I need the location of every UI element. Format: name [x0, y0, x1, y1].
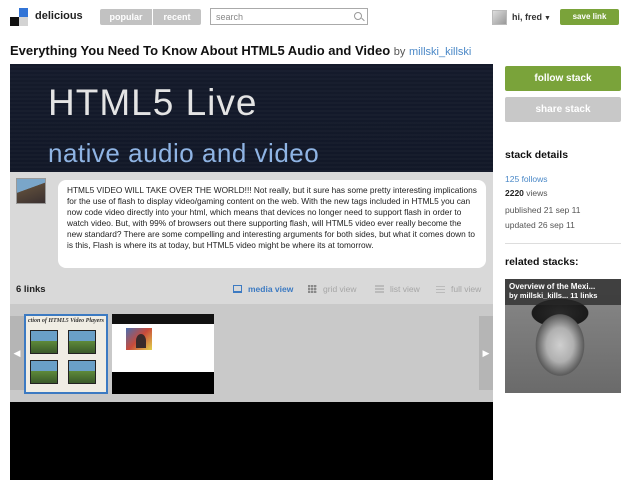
view-full-button[interactable]: full view	[436, 284, 481, 294]
user-avatar[interactable]	[492, 10, 507, 25]
view-list-button[interactable]: list view	[375, 284, 420, 294]
save-link-button[interactable]: save link	[560, 9, 619, 25]
description-section: HTML5 VIDEO WILL TAKE OVER THE WORLD!!! …	[10, 172, 493, 272]
author-link[interactable]: millski_killski	[409, 46, 471, 58]
stack-description: HTML5 VIDEO WILL TAKE OVER THE WORLD!!! …	[58, 180, 486, 268]
thumbnail-footer-bar	[112, 372, 214, 394]
hero-subheadline: native audio and video	[48, 138, 320, 168]
mini-screenshot	[68, 330, 96, 354]
link-thumbnail-1[interactable]: ction of HTML5 Video Players	[24, 314, 108, 394]
list-icon	[375, 285, 384, 293]
published-date: published 21 sep 11	[505, 205, 581, 215]
thumbnail-person	[136, 334, 146, 348]
mini-screenshot	[30, 360, 58, 384]
views-count: 2220	[505, 188, 524, 198]
view-grid-button[interactable]: grid view	[308, 284, 357, 294]
follows-label: follows	[521, 174, 548, 184]
mini-screenshot	[30, 330, 58, 354]
stack-details-heading: stack details	[505, 149, 569, 161]
view-label: media view	[248, 284, 294, 294]
brand-name[interactable]: delicious	[35, 10, 83, 22]
view-label: full view	[451, 284, 482, 294]
share-stack-button[interactable]: share stack	[505, 97, 621, 122]
top-bar: delicious popular recent hi, fred▼ save …	[0, 0, 640, 34]
thumbnail-strip: ◀ ction of HTML5 Video Players ▶	[10, 304, 493, 402]
view-label: grid view	[323, 284, 357, 294]
updated-date: updated 26 sep 11	[505, 220, 575, 230]
related-stack-meta: by millski_kills... 11 links	[509, 291, 598, 300]
thumbnail-title: ction of HTML5 Video Players	[28, 318, 104, 324]
follows-stat[interactable]: 125 follows	[505, 174, 548, 184]
follows-count: 125	[505, 174, 520, 184]
hero-headline: HTML5 Live	[48, 82, 258, 123]
author-avatar[interactable]	[16, 178, 46, 204]
search-icon[interactable]	[354, 12, 362, 20]
caret-down-icon: ▼	[544, 15, 551, 22]
tab-popular[interactable]: popular	[100, 9, 152, 25]
monitor-icon	[233, 285, 242, 293]
by-label: by	[393, 46, 406, 58]
grid-icon	[308, 285, 317, 293]
hero-video[interactable]: HTML5 Live native audio and video	[10, 64, 493, 172]
related-stack-card[interactable]: Overview of the Mexi... by millski_kills…	[505, 279, 621, 393]
related-stacks-heading: related stacks:	[505, 256, 579, 268]
related-stack-title: Overview of the Mexi...	[509, 282, 596, 291]
tab-recent[interactable]: recent	[153, 9, 201, 25]
search-input[interactable]	[210, 8, 368, 25]
page-title: Everything You Need To Know About HTML5 …	[10, 43, 471, 58]
user-menu[interactable]: hi, fred ▼	[512, 12, 551, 22]
links-toolbar: 6 links media view grid view list view f…	[10, 272, 493, 304]
sidebar-divider	[505, 243, 621, 244]
views-stat: 2220 views	[505, 188, 548, 198]
media-player-area[interactable]	[10, 402, 493, 480]
related-stack-caption: Overview of the Mexi... by millski_kills…	[505, 279, 621, 305]
view-label: list view	[390, 284, 420, 294]
stack-main-panel: HTML5 Live native audio and video HTML5 …	[10, 64, 493, 480]
mini-screenshot	[68, 360, 96, 384]
chevron-left-icon[interactable]: ◀	[10, 316, 24, 390]
views-label: views	[526, 188, 548, 198]
link-thumbnail-2[interactable]	[112, 314, 214, 394]
user-greeting: hi, fred	[512, 12, 543, 22]
stack-title: Everything You Need To Know About HTML5 …	[10, 43, 391, 58]
view-media-button[interactable]: media view	[233, 284, 293, 294]
chevron-right-icon[interactable]: ▶	[479, 316, 493, 390]
follow-stack-button[interactable]: follow stack	[505, 66, 621, 91]
full-list-icon	[436, 285, 445, 293]
thumbnail-header-bar	[112, 314, 214, 324]
delicious-logo-icon[interactable]	[10, 8, 28, 26]
links-count: 6 links	[16, 284, 46, 295]
